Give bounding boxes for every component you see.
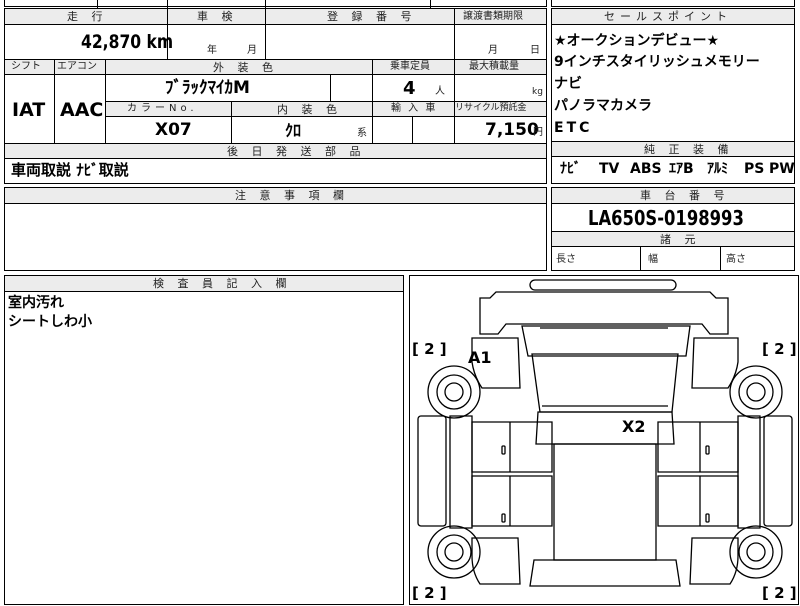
top-strip bbox=[4, 0, 547, 8]
transfer-month: 月 bbox=[488, 45, 498, 56]
selling-points-box: セールスポイント ★オークションデビュー★ 9インチスタイリッシュメモリー ナビ… bbox=[551, 8, 795, 142]
car-diagram: [ 2 ] [ 2 ] [ 2 ] [ 2 ] A1 X2 bbox=[409, 275, 799, 605]
inspection-year: 年 bbox=[207, 45, 217, 56]
selling-point-5: ETC bbox=[554, 120, 593, 136]
car-outline bbox=[417, 279, 793, 587]
dimension-length: 長さ bbox=[556, 254, 576, 265]
capacity-value: 4 bbox=[403, 78, 416, 99]
later-parts-value: 車両取説 ﾅﾋﾞ取説 bbox=[11, 161, 129, 179]
equipment-item-1: ﾅﾋﾞ bbox=[560, 161, 581, 177]
selling-points-label: セールスポイント bbox=[604, 10, 732, 23]
selling-point-1: ★オークションデビュー★ bbox=[554, 33, 720, 49]
equipment-item-4: ｴｱB bbox=[669, 161, 694, 177]
dimension-width: 幅 bbox=[648, 254, 658, 265]
damage-mark-a1: A1 bbox=[468, 348, 492, 367]
inspection-label: 車 検 bbox=[197, 10, 238, 23]
chassis-box: 車 台 番 号 LA650S-0198993 諸 元 長さ 幅 高さ bbox=[551, 187, 795, 271]
dimension-height: 高さ bbox=[726, 254, 746, 265]
notes-label: 注 意 事 項 欄 bbox=[235, 189, 349, 202]
registration-label: 登 録 番 号 bbox=[327, 10, 417, 23]
dimensions-label: 諸 元 bbox=[660, 233, 701, 246]
tire-mark-front-right: [ 2 ] bbox=[762, 340, 797, 358]
recycle-unit: 円 bbox=[533, 127, 543, 138]
selling-point-4: パノラマカメラ bbox=[554, 98, 652, 114]
aircon-value: AAC bbox=[60, 99, 104, 121]
later-parts-label: 後 日 発 送 部 品 bbox=[227, 145, 366, 158]
inspector-line-2: シートしわ小 bbox=[8, 314, 92, 330]
mileage-value: 42,870 bbox=[81, 31, 142, 53]
equipment-item-7: PW bbox=[769, 161, 795, 177]
recycle-value: 7,150 bbox=[485, 120, 539, 140]
import-label: 輸 入 車 bbox=[391, 103, 438, 114]
exterior-color-label: 外 装 色 bbox=[213, 61, 278, 74]
color-no-label: カラーNo. bbox=[127, 103, 198, 114]
mileage-label: 走 行 bbox=[67, 10, 108, 23]
inspector-box: 検 査 員 記 入 欄 室内汚れ シートしわ小 bbox=[4, 275, 404, 605]
inspector-line-1: 室内汚れ bbox=[8, 295, 64, 311]
transfer-label: 譲渡書類期限 bbox=[463, 11, 523, 22]
selling-point-2: 9インチスタイリッシュメモリー bbox=[554, 54, 760, 70]
inspector-label: 検 査 員 記 入 欄 bbox=[153, 277, 292, 290]
color-no-value: X07 bbox=[155, 120, 192, 140]
tire-mark-rear-right: [ 2 ] bbox=[762, 584, 797, 602]
inspection-month: 月 bbox=[247, 45, 257, 56]
damage-mark-x2: X2 bbox=[622, 417, 646, 436]
equipment-item-3: ABS bbox=[630, 161, 662, 177]
chassis-value: LA650S-0198993 bbox=[588, 206, 744, 230]
chassis-label: 車 台 番 号 bbox=[640, 189, 730, 202]
recycle-label: リサイクル預託金 bbox=[455, 103, 527, 113]
spec-table: 走 行 車 検 登 録 番 号 譲渡書類期限 42,870 km 年 月 月 日… bbox=[4, 8, 547, 184]
equipment-box: 純 正 装 備 ﾅﾋﾞ TV ABS ｴｱB ｱﾙﾐ PS PW bbox=[551, 141, 795, 184]
capacity-unit: 人 bbox=[435, 86, 445, 97]
equipment-item-5: ｱﾙﾐ bbox=[707, 161, 728, 177]
equipment-item-6: PS bbox=[744, 161, 765, 177]
interior-color-suffix: 系 bbox=[357, 128, 367, 139]
top-strip-right bbox=[551, 0, 795, 7]
max-load-label: 最大積載量 bbox=[469, 61, 519, 72]
interior-color-value: ｸﾛ bbox=[285, 121, 302, 140]
equipment-label: 純 正 装 備 bbox=[644, 143, 734, 156]
notes-box: 注 意 事 項 欄 bbox=[4, 187, 547, 271]
aircon-label: エアコン bbox=[57, 61, 97, 72]
tire-mark-front-left: [ 2 ] bbox=[412, 340, 447, 358]
tire-mark-rear-left: [ 2 ] bbox=[412, 584, 447, 602]
interior-color-label: 内 装 色 bbox=[277, 103, 342, 116]
mileage-unit: km bbox=[146, 31, 174, 53]
equipment-item-2: TV bbox=[599, 161, 620, 177]
selling-point-3: ナビ bbox=[554, 76, 582, 92]
capacity-label: 乗車定員 bbox=[390, 61, 430, 72]
shift-value: IAT bbox=[12, 99, 46, 121]
exterior-color-value: ﾌﾞﾗｯｸﾏｲｶM bbox=[165, 78, 250, 98]
max-load-unit: kg bbox=[532, 87, 543, 97]
transfer-day: 日 bbox=[530, 45, 540, 56]
shift-label: シフト bbox=[11, 61, 41, 72]
